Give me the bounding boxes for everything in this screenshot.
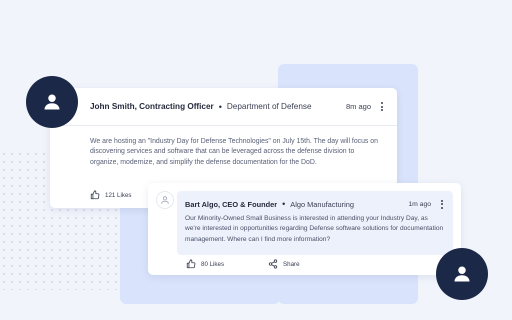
- author-avatar[interactable]: [26, 76, 78, 128]
- user-icon: [161, 196, 169, 204]
- post-header: John Smith, Contracting Officer • Depart…: [50, 88, 397, 126]
- post-author[interactable]: John Smith, Contracting Officer: [90, 102, 214, 111]
- share-icon: [268, 259, 278, 269]
- reply-organization[interactable]: Algo Manufacturing: [290, 200, 354, 209]
- reply-avatar[interactable]: [156, 191, 174, 209]
- share-label: Share: [283, 260, 300, 268]
- kebab-menu-icon[interactable]: [379, 102, 385, 111]
- reply-timestamp: 1m ago: [408, 200, 431, 208]
- separator-dot: •: [282, 199, 286, 209]
- like-count: 80 Likes: [201, 260, 225, 268]
- user-avatar[interactable]: [436, 248, 488, 300]
- reply-bubble: Bart Algo, CEO & Founder • Algo Manufact…: [177, 191, 453, 255]
- like-count: 121 Likes: [105, 191, 132, 199]
- reply-footer: 80 Likes Share: [186, 259, 300, 269]
- post-body: We are hosting an "Industry Day for Defe…: [90, 138, 378, 166]
- like-button[interactable]: 80 Likes: [186, 259, 224, 269]
- share-button[interactable]: Share: [268, 259, 300, 269]
- separator-dot: •: [218, 101, 222, 112]
- reply-body: Our Minority-Owned Small Business is int…: [185, 215, 444, 243]
- post-timestamp: 8m ago: [345, 102, 371, 111]
- user-icon: [454, 266, 470, 282]
- reply-author[interactable]: Bart Algo, CEO & Founder: [185, 200, 277, 209]
- like-button[interactable]: 121 Likes: [90, 190, 132, 200]
- reply-header: Bart Algo, CEO & Founder • Algo Manufact…: [185, 199, 445, 209]
- post-footer: 121 Likes: [90, 190, 132, 200]
- kebab-menu-icon[interactable]: [439, 199, 445, 209]
- thumbs-up-icon: [90, 190, 100, 200]
- thumbs-up-icon: [186, 259, 196, 269]
- user-icon: [44, 94, 60, 110]
- post-organization[interactable]: Department of Defense: [227, 102, 312, 111]
- reply-card: Bart Algo, CEO & Founder • Algo Manufact…: [148, 183, 461, 275]
